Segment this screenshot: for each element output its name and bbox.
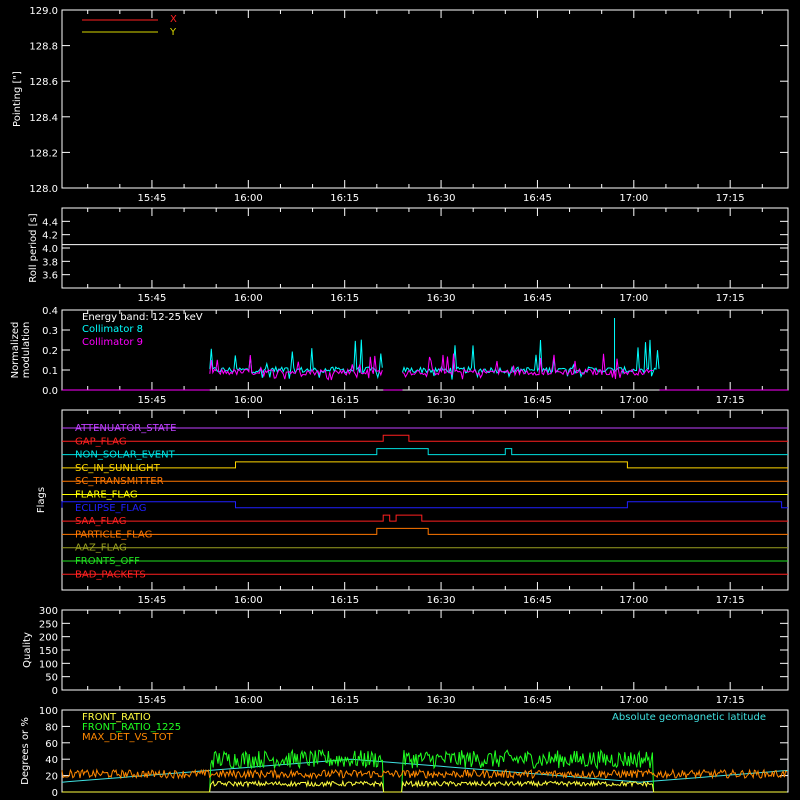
- x-tick-label: 16:30: [427, 193, 456, 204]
- hessi-quicklook-figure: Pointing ["] 128.0 128.2 128.4 128.6 128.8 12…: [0, 0, 800, 800]
- x-tick-label: 15:45: [138, 595, 167, 606]
- y-tick-label: 200: [39, 633, 58, 644]
- y-tick-label: 40: [45, 755, 58, 766]
- x-tick-label: 16:15: [330, 293, 359, 304]
- x-tick-label: 17:00: [619, 595, 648, 606]
- x-tick-label: 16:15: [330, 395, 359, 406]
- y-tick-label: 128.0: [29, 184, 58, 195]
- quality-ylabel: Quality: [22, 632, 33, 668]
- y-tick-label: 150: [39, 646, 58, 657]
- legend-max-det: MAX_DET_VS_TOT: [82, 732, 174, 743]
- x-tick-label: 16:00: [234, 193, 263, 204]
- x-tick-label: 16:45: [523, 595, 552, 606]
- ratios-ylabel: Degrees or %: [20, 717, 31, 785]
- x-tick-label: 16:30: [427, 293, 456, 304]
- y-tick-label: 0.0: [42, 386, 58, 397]
- y-tick-label: 20: [45, 772, 58, 783]
- energy-band-annotation: Energy band: 12-25 keV: [82, 312, 203, 323]
- y-tick-label: 4.4: [42, 217, 58, 228]
- legend-collimator-8: Collimator 8: [82, 324, 143, 335]
- y-tick-label: 3.8: [42, 257, 58, 268]
- roll-ylabel: Roll period [s]: [28, 213, 39, 282]
- x-tick-label: 15:45: [138, 695, 167, 706]
- x-tick-label: 15:45: [138, 193, 167, 204]
- y-tick-label: 60: [45, 739, 58, 750]
- y-tick-label: 0.4: [42, 306, 58, 317]
- x-tick-label: 16:00: [234, 595, 263, 606]
- y-tick-label: 0: [52, 686, 58, 697]
- y-tick-label: 0.3: [42, 326, 58, 337]
- x-tick-label: 16:15: [330, 595, 359, 606]
- y-tick-label: 4.0: [42, 244, 58, 255]
- x-tick-label: 16:00: [234, 395, 263, 406]
- x-tick-label: 17:15: [716, 193, 745, 204]
- x-tick-label: 17:00: [619, 293, 648, 304]
- legend-collimator-9: Collimator 9: [82, 337, 143, 348]
- y-tick-label: 100: [39, 659, 58, 670]
- pointing-ylabel: Pointing ["]: [12, 71, 23, 127]
- x-tick-label: 17:00: [619, 193, 648, 204]
- y-tick-label: 250: [39, 619, 58, 630]
- x-tick-label: 17:15: [716, 293, 745, 304]
- x-tick-label: 16:30: [427, 395, 456, 406]
- y-tick-label: 0.2: [42, 346, 58, 357]
- y-tick-label: 300: [39, 606, 58, 617]
- y-tick-label: 128.8: [29, 42, 58, 53]
- y-tick-label: 0.1: [42, 366, 58, 377]
- figure-background: [0, 0, 800, 800]
- x-tick-label: 15:45: [138, 395, 167, 406]
- flag-label: ECLIPSE_FLAG: [75, 503, 146, 514]
- y-tick-label: 3.6: [42, 271, 58, 282]
- x-tick-label: 17:15: [716, 395, 745, 406]
- flags-ylabel: Flags: [36, 487, 47, 513]
- x-tick-label: 16:45: [523, 395, 552, 406]
- y-tick-label: 4.2: [42, 231, 58, 242]
- x-tick-label: 16:30: [427, 695, 456, 706]
- y-tick-label: 50: [45, 673, 58, 684]
- x-tick-label: 16:15: [330, 695, 359, 706]
- x-tick-label: 16:00: [234, 695, 263, 706]
- x-tick-label: 16:45: [523, 293, 552, 304]
- legend-geomag-latitude: Absolute geomagnetic latitude: [612, 712, 766, 723]
- legend-x-label: X: [170, 14, 177, 25]
- x-tick-label: 17:00: [619, 695, 648, 706]
- x-tick-label: 16:45: [523, 695, 552, 706]
- x-tick-label: 15:45: [138, 293, 167, 304]
- y-tick-label: 80: [45, 722, 58, 733]
- modulation-ylabel: Normalizedmodulation: [10, 322, 32, 379]
- legend-y-label: Y: [169, 27, 177, 38]
- x-tick-label: 17:15: [716, 695, 745, 706]
- x-tick-label: 16:15: [330, 193, 359, 204]
- x-tick-label: 17:15: [716, 595, 745, 606]
- x-tick-label: 16:45: [523, 193, 552, 204]
- x-tick-label: 16:00: [234, 293, 263, 304]
- x-tick-label: 17:00: [619, 395, 648, 406]
- y-tick-label: 0: [52, 788, 58, 799]
- y-tick-label: 100: [39, 706, 58, 717]
- y-tick-label: 128.2: [29, 148, 58, 159]
- y-tick-label: 128.6: [29, 77, 58, 88]
- y-tick-label: 128.4: [29, 113, 58, 124]
- y-tick-label: 129.0: [29, 6, 58, 17]
- x-tick-label: 16:30: [427, 595, 456, 606]
